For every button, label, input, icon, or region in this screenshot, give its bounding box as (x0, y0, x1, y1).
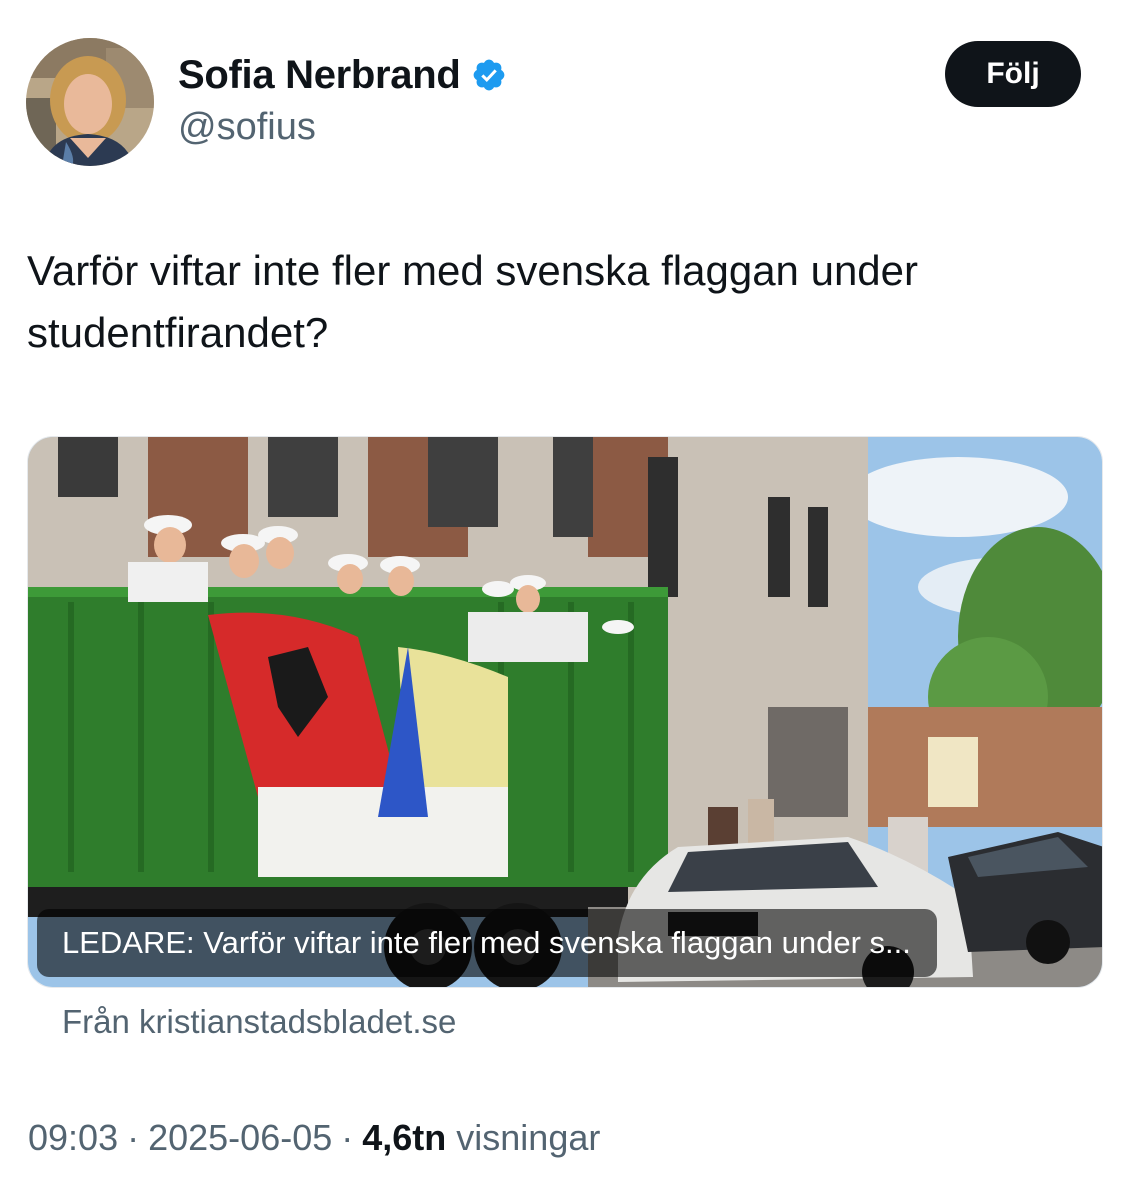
author-name-row: Sofia Nerbrand (178, 52, 507, 98)
meta-separator: · (127, 1117, 140, 1158)
tweet-time[interactable]: 09:03 (28, 1117, 118, 1159)
link-card-caption[interactable]: LEDARE: Varför viftar inte fler med sven… (37, 909, 937, 977)
author-handle[interactable]: @sofius (178, 106, 316, 149)
verified-badge-icon[interactable] (471, 57, 507, 93)
link-card[interactable] (27, 436, 1103, 988)
follow-button[interactable]: Följ (945, 41, 1081, 107)
link-card-source[interactable]: Från kristianstadsbladet.se (62, 1003, 456, 1041)
tweet-date[interactable]: 2025-06-05 (148, 1117, 332, 1159)
author-avatar[interactable] (26, 38, 154, 166)
views-count[interactable]: 4,6tn (362, 1117, 446, 1159)
link-card-image (28, 437, 1102, 987)
views-label[interactable]: visningar (456, 1117, 600, 1159)
tweet-meta: 09:03 · 2025-06-05 · 4,6tn visningar (28, 1117, 600, 1159)
avatar-photo (26, 38, 154, 166)
tweet-text: Varför viftar inte fler med svenska flag… (27, 247, 919, 356)
meta-separator: · (341, 1117, 354, 1158)
author-display-name[interactable]: Sofia Nerbrand (178, 53, 461, 98)
